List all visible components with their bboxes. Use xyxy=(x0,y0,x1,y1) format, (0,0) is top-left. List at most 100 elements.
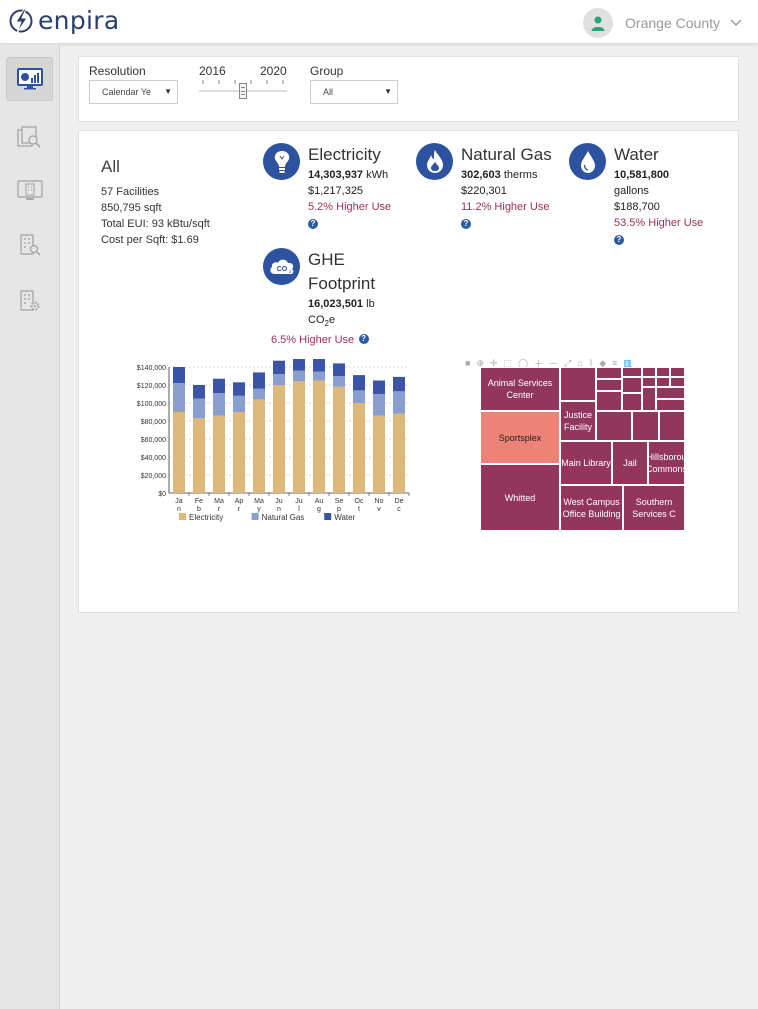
cost-per-sqft: Cost per Sqft: $1.69 xyxy=(101,234,199,246)
treemap-cell[interactable] xyxy=(642,377,656,387)
water-badge xyxy=(569,143,606,180)
treemap-cell[interactable] xyxy=(596,379,622,391)
x-tick-label: Au xyxy=(315,498,324,505)
sidebar-item-building-search[interactable] xyxy=(6,223,53,267)
treemap-cell[interactable] xyxy=(642,367,656,377)
gas-metric: Natural Gas 302,603 therms $220,301 11.2… xyxy=(461,143,581,233)
bar-electricity xyxy=(393,413,405,493)
gas-usage: 302,603 therms xyxy=(461,167,581,183)
bar-water xyxy=(173,367,185,384)
x-tick-label: y xyxy=(257,506,261,513)
bar-water xyxy=(373,380,385,394)
camera-icon[interactable]: ■ xyxy=(465,358,470,368)
treemap-cell[interactable] xyxy=(670,377,685,387)
treemap-cell[interactable] xyxy=(632,411,659,441)
treemap-cell[interactable] xyxy=(656,387,685,399)
sidebar-item-dashboard[interactable] xyxy=(6,57,53,101)
bar-water xyxy=(293,359,305,371)
x-tick-label: g xyxy=(317,506,321,513)
treemap-cell[interactable]: West Campus Office Building xyxy=(560,485,623,531)
water-metric: Water 10,581,800 gallons $188,700 53.5% … xyxy=(614,143,732,249)
treemap-cell[interactable] xyxy=(656,367,670,377)
treemap-cell[interactable]: Whitted xyxy=(480,464,560,531)
water-unit: gallons xyxy=(614,185,649,197)
group-select[interactable]: All ▼ xyxy=(310,80,398,104)
resolution-select[interactable]: Calendar Ye ▼ xyxy=(89,80,178,104)
top-bar: enpira Orange County xyxy=(0,0,758,44)
filter-panel: Resolution Calendar Ye ▼ 2016 2020 Group… xyxy=(78,56,739,122)
bar-electricity xyxy=(213,415,225,493)
treemap-cell[interactable] xyxy=(596,391,622,411)
bar-natural-gas xyxy=(233,395,245,412)
help-icon[interactable]: ? xyxy=(461,218,471,229)
group-value: All xyxy=(323,87,334,97)
help-icon[interactable]: ? xyxy=(358,333,369,344)
x-tick-label: b xyxy=(197,506,201,513)
brand-name: enpira xyxy=(38,6,120,35)
sidebar-item-reports[interactable] xyxy=(6,115,53,159)
treemap-cell[interactable]: Hillsborou Commons xyxy=(648,441,685,485)
bar-natural-gas xyxy=(253,388,265,400)
ghe-metric: GHE Footprint 16,023,501 lb CO2e xyxy=(308,248,428,332)
y-tick-label: $0 xyxy=(158,491,166,498)
lightbulb-icon xyxy=(274,150,289,173)
x-tick-label: Ap xyxy=(235,498,244,505)
ghe-badge: CO 2 xyxy=(263,248,300,285)
treemap-cell[interactable]: Main Library xyxy=(560,441,612,485)
ghe-amount: 16,023,501 xyxy=(308,298,364,310)
year-range-slider[interactable] xyxy=(199,79,287,99)
treemap-cell[interactable]: Southern Services C xyxy=(623,485,685,531)
water-title: Water xyxy=(614,145,659,164)
x-tick-label: n xyxy=(277,506,281,513)
gas-amount: 302,603 xyxy=(461,169,501,181)
co2-cloud-icon: CO 2 xyxy=(269,259,293,274)
ghe-title-1: GHE xyxy=(308,250,345,269)
user-icon xyxy=(591,16,605,31)
treemap-cell[interactable]: Animal Services Center xyxy=(480,367,560,411)
treemap-cell[interactable]: Justice Facility xyxy=(560,401,596,441)
user-avatar[interactable] xyxy=(583,8,614,38)
treemap-cell[interactable] xyxy=(596,411,632,441)
treemap-cell[interactable] xyxy=(659,411,685,441)
building-monitor-icon xyxy=(16,180,43,200)
treemap-cell[interactable] xyxy=(622,377,642,393)
treemap-cell-highlighted[interactable]: Sportsplex xyxy=(480,411,560,464)
bar-natural-gas xyxy=(333,376,345,387)
sidebar-item-monitor[interactable] xyxy=(6,169,53,213)
caret-down-icon: ▼ xyxy=(384,87,392,96)
monthly-cost-chart: $0 $20,000 $40,000 $60,000 $80,000 $100,000 $1… xyxy=(137,359,410,522)
treemap-cell[interactable] xyxy=(642,387,656,411)
legend-swatch xyxy=(324,513,332,520)
treemap-cell[interactable] xyxy=(656,377,670,387)
bar-water xyxy=(313,359,325,372)
treemap-cell[interactable] xyxy=(622,367,642,377)
bar-water xyxy=(193,385,205,399)
treemap-label: Sportsplex xyxy=(498,432,542,443)
bar-electricity xyxy=(253,399,265,493)
legend-label: Electricity xyxy=(189,513,223,522)
treemap-cell[interactable]: Jail xyxy=(612,441,648,485)
bar-natural-gas xyxy=(313,371,325,381)
treemap-cell[interactable] xyxy=(656,399,685,411)
slider-handle[interactable] xyxy=(239,83,247,99)
treemap-cell[interactable] xyxy=(596,367,622,379)
treemap-label: West Campus Office Building xyxy=(562,497,621,519)
bar-natural-gas xyxy=(353,390,365,403)
sidebar-item-building-settings[interactable] xyxy=(6,279,53,323)
treemap-cell[interactable] xyxy=(670,367,685,377)
summary-stats: 57 Facilities 850,795 sqft Total EUI: 93… xyxy=(101,184,210,248)
treemap-cell[interactable] xyxy=(560,367,596,401)
treemap-label: Hillsborou Commons xyxy=(648,452,685,474)
treemap-cell[interactable] xyxy=(622,393,642,411)
x-tick-label: t xyxy=(358,506,360,513)
help-icon[interactable]: ? xyxy=(308,218,318,229)
org-switcher[interactable]: Orange County xyxy=(583,8,742,38)
bar-natural-gas xyxy=(193,398,205,419)
year-end-label: 2020 xyxy=(260,64,287,78)
legend-label: Natural Gas xyxy=(262,513,305,522)
electricity-cost: $1,217,325 xyxy=(308,185,364,197)
brand-logo[interactable]: enpira xyxy=(8,6,119,35)
gas-title: Natural Gas xyxy=(461,145,552,164)
resolution-value: Calendar Ye xyxy=(102,87,152,97)
help-icon[interactable]: ? xyxy=(614,234,624,245)
